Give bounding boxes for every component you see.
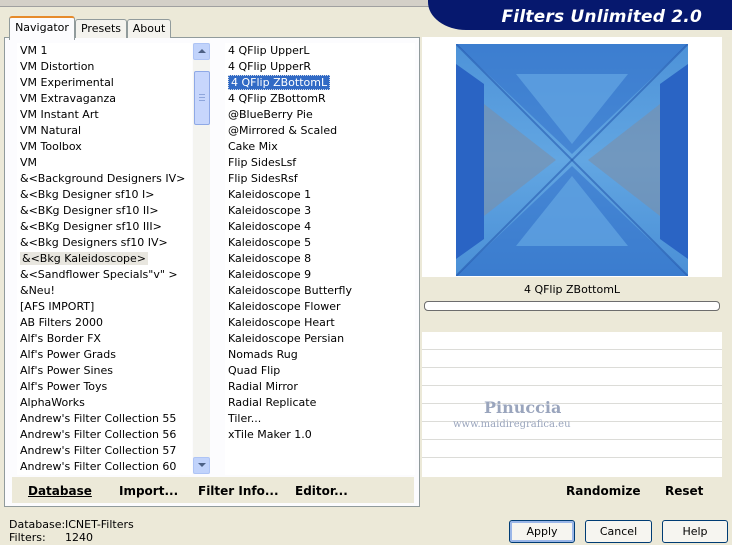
- category-item[interactable]: VM Extravaganza: [17, 91, 192, 107]
- param-row-divider: [422, 457, 722, 458]
- filter-item[interactable]: 4 QFlip UpperL: [225, 43, 415, 59]
- category-scrollbar[interactable]: [193, 43, 210, 474]
- parameter-area[interactable]: [422, 332, 722, 477]
- param-row-divider: [422, 439, 722, 440]
- apply-button[interactable]: Apply: [509, 520, 575, 543]
- category-item[interactable]: &<Bkg Designer sf10 I>: [17, 187, 192, 203]
- preview-caption-bar: 4 QFlip ZBottomL: [422, 277, 722, 332]
- filters-label: Filters:: [9, 531, 46, 544]
- database-button[interactable]: Database: [28, 484, 92, 498]
- preview-filter-name: 4 QFlip ZBottomL: [523, 283, 621, 296]
- param-row-divider: [422, 385, 722, 386]
- param-row-divider: [422, 403, 722, 404]
- filter-item[interactable]: Radial Replicate: [225, 395, 415, 411]
- category-item[interactable]: VM Instant Art: [17, 107, 192, 123]
- preview-image: [456, 44, 688, 276]
- category-item[interactable]: Alf's Border FX: [17, 331, 192, 347]
- param-row-divider: [422, 367, 722, 368]
- category-item[interactable]: Andrew's Filter Collection 55: [17, 411, 192, 427]
- filter-item[interactable]: 4 QFlip UpperR: [225, 59, 415, 75]
- category-item[interactable]: Andrew's Filter Collection 60: [17, 459, 192, 475]
- category-item[interactable]: &<Sandflower Specials"v" >: [17, 267, 192, 283]
- title-banner: Filters Unlimited 2.0: [428, 0, 732, 30]
- randomize-button[interactable]: Randomize: [566, 484, 640, 498]
- category-item[interactable]: Andrew's Filter Collection 57: [17, 443, 192, 459]
- watermark-url: www.maidiregrafica.eu: [453, 419, 571, 430]
- filter-item[interactable]: @Mirrored & Scaled: [225, 123, 415, 139]
- param-row-divider: [422, 349, 722, 350]
- category-item[interactable]: VM Natural: [17, 123, 192, 139]
- category-list[interactable]: VM 1 VM Distortion VM Experimental VM Extra…: [17, 43, 192, 475]
- database-label: Database:: [9, 518, 66, 531]
- filter-item[interactable]: Quad Flip: [225, 363, 415, 379]
- filter-item[interactable]: Kaleidoscope Persian: [225, 331, 415, 347]
- category-item[interactable]: VM Distortion: [17, 59, 192, 75]
- scroll-up-button[interactable]: [193, 43, 210, 60]
- app-title: Filters Unlimited 2.0: [501, 7, 702, 27]
- filter-item[interactable]: Kaleidoscope Heart: [225, 315, 415, 331]
- tab-presets[interactable]: Presets: [75, 19, 127, 38]
- database-value: ICNET-Filters: [65, 518, 134, 531]
- navigator-toolbar: Database Import... Filter Info... Editor…: [12, 477, 414, 503]
- filter-item[interactable]: Kaleidoscope Butterfly: [225, 283, 415, 299]
- filter-item[interactable]: xTile Maker 1.0: [225, 427, 415, 443]
- category-item[interactable]: Alf's Power Sines: [17, 363, 192, 379]
- grip-line: [199, 100, 205, 101]
- category-item[interactable]: VM 1: [17, 43, 192, 59]
- preview-toolbar: Randomize Reset: [422, 477, 722, 503]
- filter-info-button[interactable]: Filter Info...: [198, 484, 279, 498]
- filter-item[interactable]: Nomads Rug: [225, 347, 415, 363]
- tab-about[interactable]: About: [127, 19, 171, 38]
- arrow-down-icon: [198, 463, 206, 467]
- filter-item[interactable]: @BlueBerry Pie: [225, 107, 415, 123]
- category-item[interactable]: VM Toolbox: [17, 139, 192, 155]
- filter-item[interactable]: Flip SidesLsf: [225, 155, 415, 171]
- filter-item[interactable]: Kaleidoscope 5: [225, 235, 415, 251]
- category-item[interactable]: &<BKg Designer sf10 III>: [17, 219, 192, 235]
- help-button[interactable]: Help: [662, 520, 728, 543]
- filter-item[interactable]: Kaleidoscope 9: [225, 267, 415, 283]
- category-item[interactable]: &<Bkg Kaleidoscope>: [17, 251, 192, 267]
- filter-item[interactable]: 4 QFlip ZBottomL: [225, 75, 415, 91]
- arrow-up-icon: [198, 49, 206, 53]
- tab-navigator[interactable]: Navigator: [9, 16, 75, 40]
- reset-button[interactable]: Reset: [665, 484, 703, 498]
- filters-count: 1240: [65, 531, 93, 544]
- filter-item[interactable]: Kaleidoscope 1: [225, 187, 415, 203]
- filter-list[interactable]: 4 QFlip UpperL 4 QFlip UpperR 4 QFlip ZBot…: [225, 43, 415, 475]
- filter-item[interactable]: Kaleidoscope 4: [225, 219, 415, 235]
- progress-bar: [424, 301, 720, 311]
- filter-item[interactable]: Kaleidoscope 8: [225, 251, 415, 267]
- filter-item[interactable]: Tiler...: [225, 411, 415, 427]
- grip-line: [199, 97, 205, 98]
- category-item[interactable]: &Neu!: [17, 283, 192, 299]
- status-info: Database:ICNET-Filters Filters: 1240: [9, 518, 134, 544]
- category-item[interactable]: AlphaWorks: [17, 395, 192, 411]
- import-button[interactable]: Import...: [119, 484, 178, 498]
- scroll-down-button[interactable]: [193, 457, 210, 474]
- category-item[interactable]: Andrew's Filter Collection 56: [17, 427, 192, 443]
- filter-item[interactable]: Radial Mirror: [225, 379, 415, 395]
- filter-item[interactable]: Flip SidesRsf: [225, 171, 415, 187]
- filter-item[interactable]: Kaleidoscope 3: [225, 203, 415, 219]
- filter-item[interactable]: Cake Mix: [225, 139, 415, 155]
- category-item[interactable]: [AFS IMPORT]: [17, 299, 192, 315]
- category-item[interactable]: Alf's Power Grads: [17, 347, 192, 363]
- grip-line: [199, 94, 205, 95]
- category-item[interactable]: Alf's Power Toys: [17, 379, 192, 395]
- category-item[interactable]: &<BKg Designer sf10 II>: [17, 203, 192, 219]
- watermark-name: Pinuccia: [484, 398, 562, 417]
- category-item[interactable]: VM: [17, 155, 192, 171]
- category-item[interactable]: &<Background Designers IV>: [17, 171, 192, 187]
- filter-item[interactable]: 4 QFlip ZBottomR: [225, 91, 415, 107]
- category-item[interactable]: &<Bkg Designers sf10 IV>: [17, 235, 192, 251]
- category-item[interactable]: AB Filters 2000: [17, 315, 192, 331]
- filter-item[interactable]: Kaleidoscope Flower: [225, 299, 415, 315]
- scroll-thumb[interactable]: [194, 71, 210, 125]
- cancel-button[interactable]: Cancel: [585, 520, 652, 543]
- editor-button[interactable]: Editor...: [295, 484, 348, 498]
- category-item[interactable]: VM Experimental: [17, 75, 192, 91]
